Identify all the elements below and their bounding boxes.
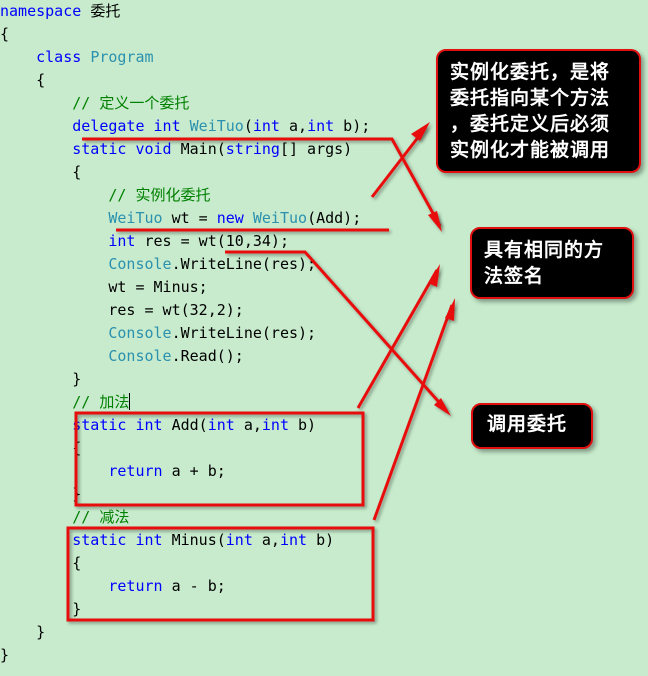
highlight-box-minus [66, 526, 375, 622]
arrowhead-add [428, 264, 440, 287]
arrowhead-minus [445, 298, 455, 321]
note-text-line: 调用委托 [487, 413, 568, 435]
note-text-line: 实例化委托，是将 [450, 61, 611, 83]
note-text-line: 法签名 [484, 265, 545, 287]
arrow-minus-to-note2 [372, 304, 454, 521]
note-text-line: 实例化才能被调用 [450, 139, 611, 161]
underline-delegate [82, 137, 442, 227]
underline-call [225, 250, 448, 411]
arrowhead-note1 [411, 122, 430, 141]
annotation-note-signature: 具有相同的方 法签名 [470, 227, 634, 299]
highlight-box-add [74, 411, 365, 507]
note-text-line: ，委托定义后必须 [450, 113, 611, 135]
annotation-note-invoke: 调用委托 [471, 403, 593, 449]
arrowhead-note2-a [428, 211, 442, 232]
note-text-line: 具有相同的方 [484, 239, 605, 261]
note-text-line: 委托指向某个方法 [450, 87, 611, 109]
annotation-note-instantiation: 实例化委托，是将 委托指向某个方法 ，委托定义后必须 实例化才能被调用 [436, 49, 641, 173]
